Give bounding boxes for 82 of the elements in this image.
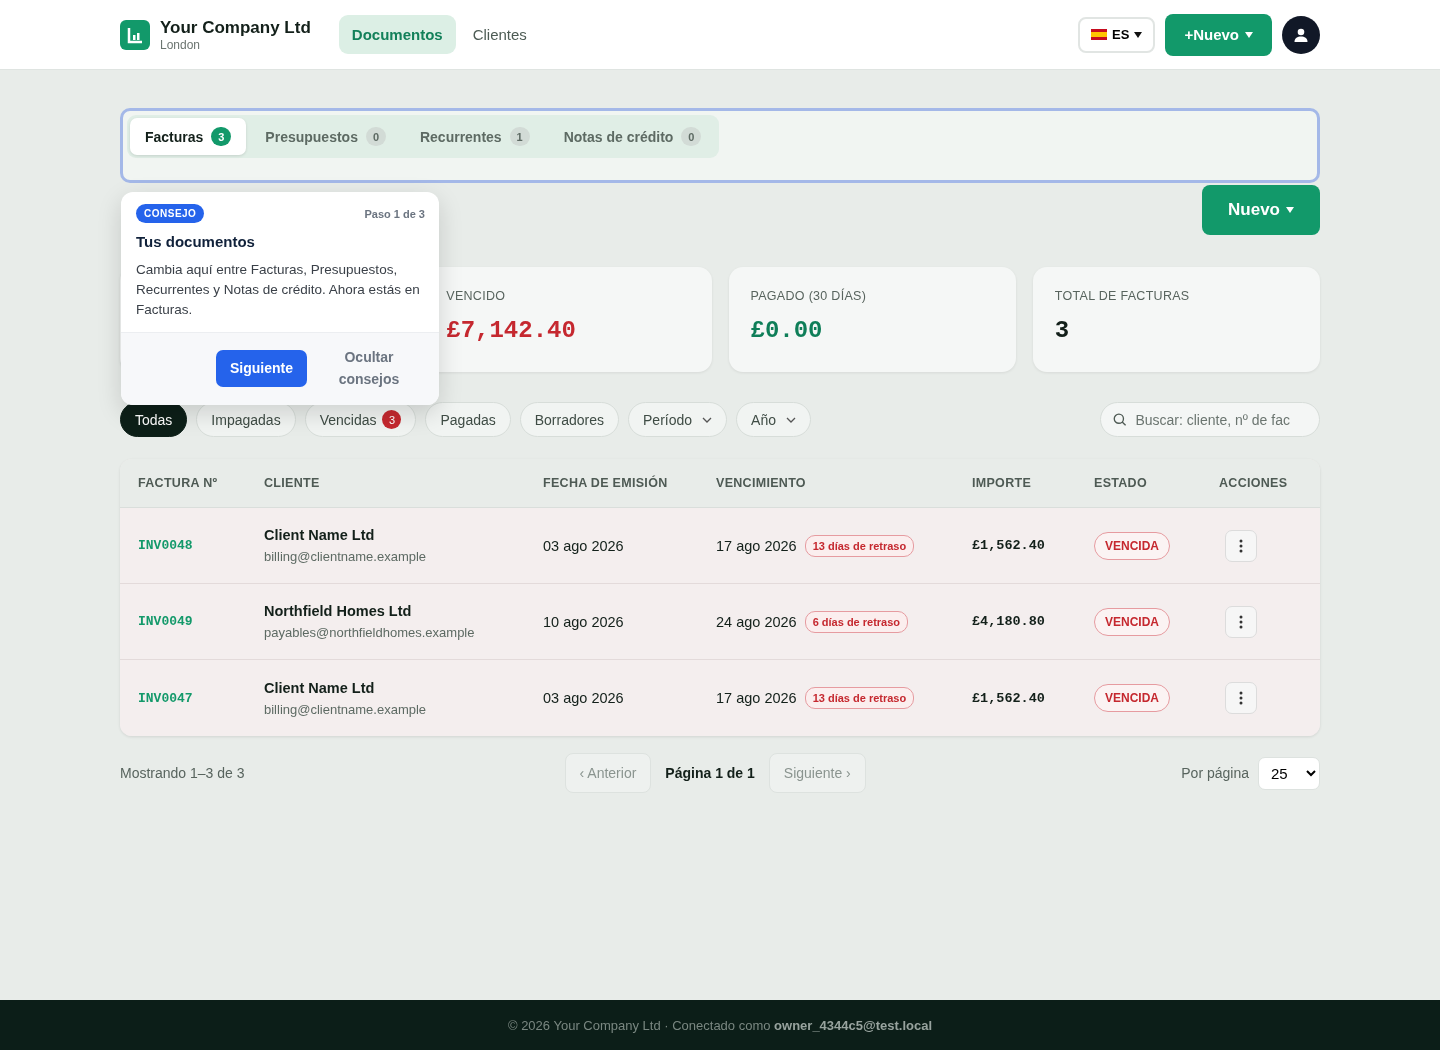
page-indicator: Página 1 de 1: [665, 765, 755, 781]
client-name: Northfield Homes Ltd: [264, 603, 413, 619]
per-page-select[interactable]: 25: [1258, 756, 1320, 790]
nav-link[interactable]: Documentos: [338, 15, 456, 54]
filter-chip[interactable]: Todas: [120, 402, 188, 437]
invoice-row[interactable]: INV0047 Client Name Ltd billing@clientname.example 03 ago 2026 17 ago 2026 13 días de retraso £1,562.40 VENCIDA: [120, 660, 1320, 736]
tip-text: Cambia aquí entre Facturas, Presupuestos, Recurrentes y Notas de crédito. Ahora estás en Facturas.: [136, 261, 421, 319]
results-count: Mostrando 1–3 de 3: [120, 765, 245, 781]
user-avatar[interactable]: [1282, 15, 1320, 54]
more-vertical-icon: [1239, 691, 1243, 705]
issue-date: 03 ago 2026: [543, 537, 625, 554]
invoice-row[interactable]: INV0049 Northfield Homes Ltd payables@northfieldhomes.example 10 ago 2026 24 ago 2026 6 días de retraso £4,180.80 VENCIDA: [120, 584, 1320, 660]
tip-badge: CONSEJO: [136, 204, 205, 223]
client-email: payables@northfieldhomes.example: [264, 625, 476, 640]
new-button[interactable]: +Nuevo: [1165, 13, 1272, 56]
column-header: IMPORTE: [972, 476, 1033, 490]
column-header: FECHA DE EMISIÓN: [543, 476, 669, 490]
stat-label: PAGADO (30 DÍAS): [750, 289, 868, 303]
status-badge: VENCIDA: [1094, 684, 1170, 712]
search-field[interactable]: Buscar: cliente, nº de fac: [1100, 402, 1320, 437]
late-badge: 13 días de retraso: [804, 687, 915, 709]
stat-value: £0.00: [750, 317, 824, 344]
language-selector[interactable]: ES: [1078, 16, 1156, 53]
step-indicator: Paso 1 de 3: [364, 207, 425, 220]
invoice-row[interactable]: INV0048 Client Name Ltd billing@clientname.example 03 ago 2026 17 ago 2026 13 días de retraso £1,562.40 VENCIDA: [120, 508, 1320, 584]
column-header: FACTURA Nº: [138, 476, 219, 490]
stat-value: 3: [1054, 317, 1071, 344]
column-header: ESTADO: [1094, 476, 1148, 490]
status-badge: VENCIDA: [1094, 531, 1170, 560]
filter-chip[interactable]: Borradores: [519, 402, 619, 437]
column-header: CLIENTE: [264, 476, 321, 490]
document-tab[interactable]: Recurrentes 1: [404, 118, 545, 155]
more-actions-button[interactable]: [1225, 682, 1257, 714]
hide-tips-button[interactable]: Ocultar consejos: [329, 345, 409, 391]
chart-logo-icon: [120, 19, 150, 50]
column-header: VENCIMIENTO: [716, 476, 807, 490]
footer-text: © 2026 Your Company Ltd · Conectado como owner_4344c5@test.local: [507, 1017, 933, 1033]
stat-value: £7,142.40: [446, 317, 577, 344]
caret-icon: [1134, 31, 1143, 38]
company-name: Your Company Ltd: [160, 17, 311, 38]
filter-dropdown[interactable]: Período: [628, 402, 728, 437]
chevron-down-icon: [786, 416, 796, 423]
amount: £1,562.40: [972, 538, 1046, 553]
spain-flag-icon: [1091, 29, 1108, 40]
due-date: 17 ago 2026: [716, 690, 797, 706]
issue-date: 03 ago 2026: [543, 690, 625, 706]
client-name: Client Name Ltd: [264, 679, 376, 696]
document-tab[interactable]: Notas de crédito 0: [548, 118, 717, 155]
stat-label: TOTAL DE FACTURAS: [1054, 289, 1191, 303]
late-badge: 13 días de retraso: [804, 534, 915, 557]
column-header: ACCIONES: [1219, 476, 1289, 490]
filter-dropdown[interactable]: Año: [736, 402, 811, 437]
search-input[interactable]: Buscar: cliente, nº de fac: [1133, 410, 1307, 429]
stat-label: VENCIDO: [446, 289, 507, 303]
status-badge: VENCIDA: [1094, 607, 1170, 636]
document-tab[interactable]: Facturas 3: [130, 118, 247, 155]
nav-link[interactable]: Clientes: [459, 15, 540, 54]
search-icon: [1113, 412, 1127, 427]
more-actions-button[interactable]: [1225, 605, 1257, 638]
client-name: Client Name Ltd: [264, 527, 376, 543]
late-badge: 6 días de retraso: [804, 610, 909, 633]
chevron-down-icon: [702, 416, 713, 423]
next-tip-button[interactable]: Siguiente: [216, 349, 307, 387]
amount: £1,562.40: [972, 690, 1046, 706]
caret-icon: [1286, 207, 1294, 213]
client-email: billing@clientname.example: [264, 549, 428, 564]
company-location: London: [160, 37, 202, 52]
per-page-label: Por página: [1181, 765, 1249, 781]
more-actions-button[interactable]: [1225, 529, 1257, 562]
document-tab[interactable]: Presupuestos 0: [250, 118, 401, 155]
caret-icon: [1245, 31, 1253, 38]
due-date: 24 ago 2026: [716, 613, 797, 630]
client-email: billing@clientname.example: [264, 701, 428, 717]
amount: £4,180.80: [972, 614, 1046, 629]
filter-chip[interactable]: Pagadas: [425, 402, 511, 437]
more-vertical-icon: [1239, 538, 1243, 553]
more-vertical-icon: [1239, 614, 1243, 629]
count-badge: 3: [382, 410, 402, 429]
due-date: 17 ago 2026: [716, 537, 797, 554]
new-invoice-button[interactable]: Nuevo: [1202, 185, 1320, 235]
tip-title: Tus documentos: [136, 233, 256, 250]
issue-date: 10 ago 2026: [543, 613, 625, 630]
